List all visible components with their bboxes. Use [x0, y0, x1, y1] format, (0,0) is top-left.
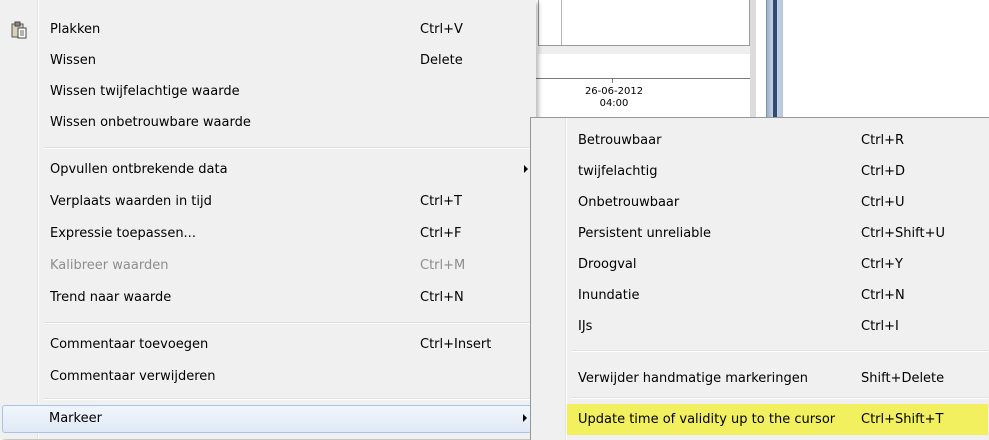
submenu-separator-highlight	[572, 351, 988, 352]
menu-item-shortcut: Ctrl+V	[420, 22, 463, 37]
menu-item-label: Plakken	[50, 22, 101, 37]
menu-separator-highlight	[44, 148, 534, 149]
submenu-item-shortcut: Ctrl+N	[861, 288, 905, 303]
chart-gridline	[561, 0, 562, 45]
menu-item-wissen[interactable]: Wissen Delete	[2, 47, 534, 75]
submenu-item-label: Betrouwbaar	[578, 133, 662, 148]
menu-item-label: Wissen onbetrouwbare waarde	[50, 115, 251, 130]
menu-item-expressie[interactable]: Expressie toepassen... Ctrl+F	[2, 220, 534, 248]
chart-x-tick	[612, 78, 613, 83]
submenu-item-twijfelachtig[interactable]: twijfelachtig Ctrl+D	[533, 156, 988, 187]
chart-plot-area	[538, 0, 750, 46]
menu-item-shortcut: Delete	[420, 53, 463, 68]
menu-item-shortcut: Ctrl+Insert	[420, 337, 492, 352]
menu-item-shortcut: Ctrl+T	[420, 194, 462, 209]
submenu-item-label: Droogval	[578, 257, 637, 272]
menu-separator-highlight	[44, 323, 534, 324]
menu-item-label: Markeer	[49, 411, 102, 426]
submenu-arrow-icon	[523, 414, 527, 422]
chart-x-tick-label: 26-06-2012 04:00	[576, 86, 652, 110]
menu-item-label: Wissen	[50, 53, 96, 68]
submenu-arrow-icon	[524, 165, 528, 173]
submenu-item-droogval[interactable]: Droogval Ctrl+Y	[533, 249, 988, 280]
time-line: 04:00	[599, 98, 629, 109]
menu-item-trend[interactable]: Trend naar waarde Ctrl+N	[2, 284, 534, 312]
menu-item-label: Expressie toepassen...	[50, 226, 196, 241]
submenu-item-label: Verwijder handmatige markeringen	[578, 371, 808, 386]
date-line: 26-06-2012	[584, 86, 644, 97]
submenu-item-label: Inundatie	[578, 288, 640, 303]
menu-item-label: Opvullen ontbrekende data	[50, 162, 228, 177]
markeer-submenu: Betrouwbaar Ctrl+R twijfelachtig Ctrl+D …	[530, 117, 989, 440]
menu-item-opvullen[interactable]: Opvullen ontbrekende data	[2, 156, 534, 184]
submenu-separator-highlight	[572, 398, 988, 399]
menu-item-kalibreer: Kalibreer waarden Ctrl+M	[2, 252, 534, 280]
chart-band	[538, 46, 750, 54]
chart-x-axis	[536, 78, 750, 79]
menu-item-plakken[interactable]: Plakken Ctrl+V	[2, 16, 534, 44]
submenu-item-shortcut: Ctrl+Shift+T	[861, 412, 944, 427]
menu-item-label: Trend naar waarde	[50, 290, 172, 305]
submenu-item-shortcut: Ctrl+Y	[861, 257, 903, 272]
submenu-item-shortcut: Ctrl+I	[861, 319, 899, 334]
submenu-item-shortcut: Shift+Delete	[861, 371, 945, 386]
submenu-item-update-time-validity[interactable]: Update time of validity up to the cursor…	[567, 404, 988, 435]
menu-item-shortcut: Ctrl+F	[420, 226, 462, 241]
submenu-item-shortcut: Ctrl+U	[861, 195, 905, 210]
menu-item-label: Verplaats waarden in tijd	[50, 194, 212, 209]
menu-item-wissen-onbetrouwbaar[interactable]: Wissen onbetrouwbare waarde	[2, 109, 534, 137]
menu-item-commentaar-toevoegen[interactable]: Commentaar toevoegen Ctrl+Insert	[2, 331, 534, 359]
submenu-item-persistent-unreliable[interactable]: Persistent unreliable Ctrl+Shift+U	[533, 218, 988, 249]
submenu-item-label: IJs	[578, 319, 593, 334]
menu-item-commentaar-verwijderen[interactable]: Commentaar verwijderen	[2, 363, 534, 391]
menu-separator-highlight	[44, 399, 534, 400]
submenu-item-label: Onbetrouwbaar	[578, 195, 680, 210]
menu-item-shortcut: Ctrl+M	[420, 258, 466, 273]
submenu-item-ijs[interactable]: IJs Ctrl+I	[533, 311, 988, 342]
context-menu: Plakken Ctrl+V Wissen Delete Wissen twij…	[0, 0, 536, 439]
menu-item-verplaats[interactable]: Verplaats waarden in tijd Ctrl+T	[2, 188, 534, 216]
submenu-item-onbetrouwbaar[interactable]: Onbetrouwbaar Ctrl+U	[533, 187, 988, 218]
menu-item-label: Commentaar toevoegen	[50, 337, 209, 352]
submenu-item-shortcut: Ctrl+D	[861, 164, 906, 179]
pane-divider[interactable]	[750, 0, 756, 125]
submenu-item-betrouwbaar[interactable]: Betrouwbaar Ctrl+R	[533, 125, 988, 156]
scrollbar-thumb[interactable]	[773, 0, 777, 125]
background-chart: 26-06-2012 04:00	[536, 0, 766, 125]
menu-item-label: Kalibreer waarden	[50, 258, 169, 273]
submenu-item-label: Update time of validity up to the cursor	[578, 412, 836, 427]
menu-item-wissen-twijfelachtig[interactable]: Wissen twijfelachtige waarde	[2, 78, 534, 106]
submenu-item-verwijder-markeringen[interactable]: Verwijder handmatige markeringen Shift+D…	[533, 363, 988, 394]
submenu-item-inundatie[interactable]: Inundatie Ctrl+N	[533, 280, 988, 311]
menu-item-label: Wissen twijfelachtige waarde	[50, 84, 240, 99]
menu-item-shortcut: Ctrl+N	[420, 290, 464, 305]
submenu-item-shortcut: Ctrl+R	[861, 133, 905, 148]
submenu-item-shortcut: Ctrl+Shift+U	[861, 226, 945, 241]
submenu-item-label: twijfelachtig	[578, 164, 658, 179]
menu-item-markeer[interactable]: Markeer	[2, 405, 532, 433]
submenu-item-label: Persistent unreliable	[578, 226, 712, 241]
menu-item-label: Commentaar verwijderen	[50, 369, 216, 384]
